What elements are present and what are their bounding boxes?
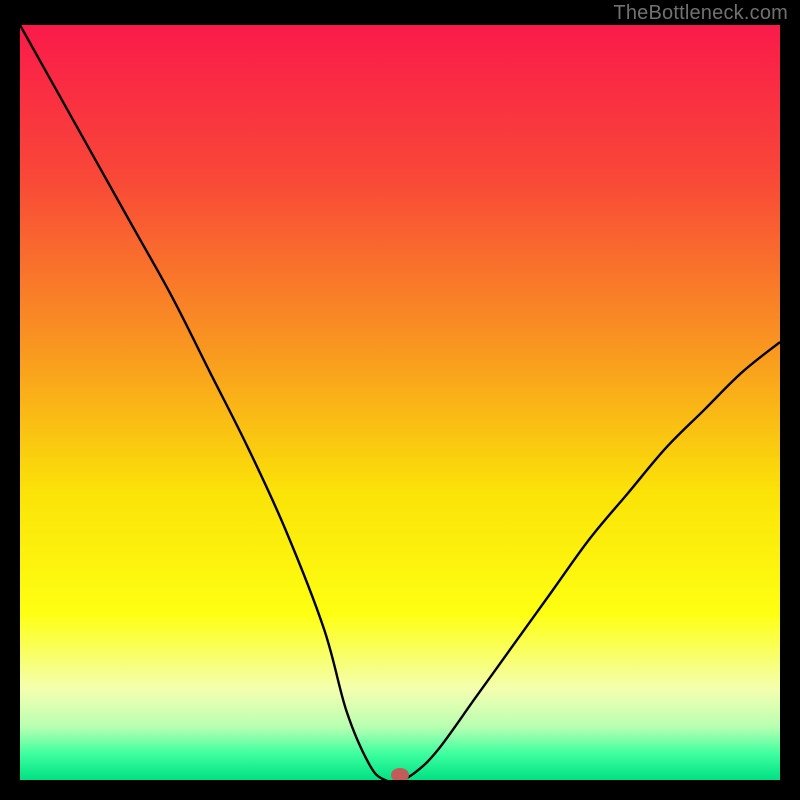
chart-svg (20, 25, 780, 780)
gradient-background (20, 25, 780, 780)
chart-frame: TheBottleneck.com (0, 0, 800, 800)
watermark-text: TheBottleneck.com (613, 2, 788, 25)
plot-area (20, 25, 780, 780)
